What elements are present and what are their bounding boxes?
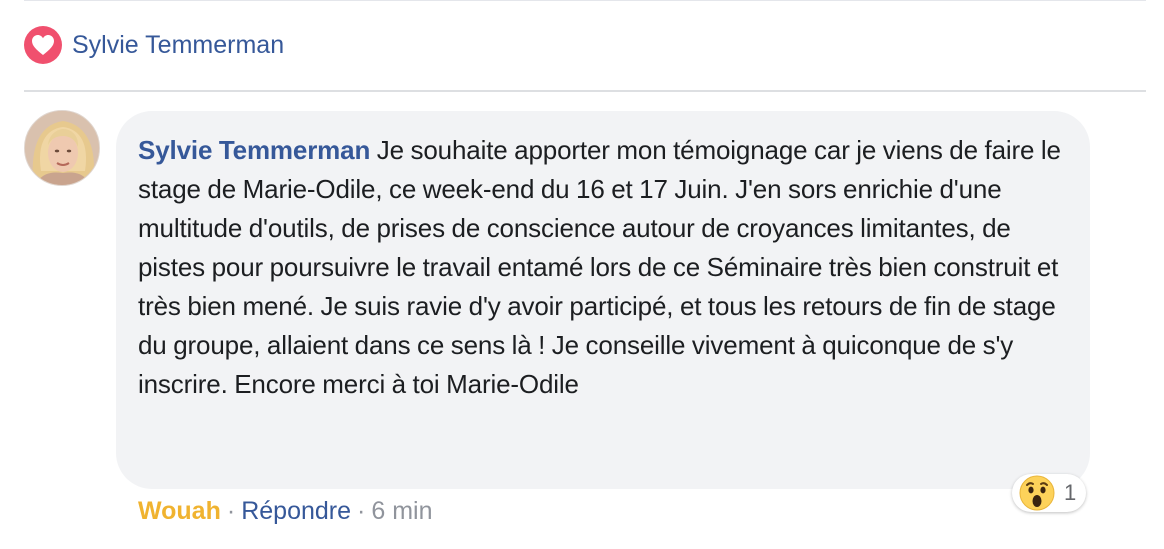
dot-separator: · xyxy=(226,497,236,525)
reaction-button[interactable]: Wouah xyxy=(138,497,221,525)
reply-button[interactable]: Répondre xyxy=(241,497,351,525)
avatar-photo xyxy=(25,111,99,185)
reaction-header: Sylvie Temmerman xyxy=(24,26,284,64)
avatar[interactable] xyxy=(24,110,100,186)
comment-bubble: Sylvie Temmerman Je souhaite apporter mo… xyxy=(116,111,1090,489)
comment-author-link[interactable]: Sylvie Temmerman xyxy=(138,135,370,165)
wow-reaction-icon xyxy=(1019,475,1055,511)
dot-separator: · xyxy=(357,497,366,525)
comment-timestamp[interactable]: 6 min xyxy=(371,497,432,525)
love-reaction-icon[interactable] xyxy=(24,26,62,64)
comment-body: Sylvie Temmerman Je souhaite apporter mo… xyxy=(138,131,1068,404)
comment-text: Je souhaite apporter mon témoignage car … xyxy=(138,135,1061,399)
reaction-count-pill[interactable]: 1 xyxy=(1012,474,1087,512)
top-divider xyxy=(24,0,1146,1)
reactor-name-link[interactable]: Sylvie Temmerman xyxy=(72,31,284,60)
heart-icon xyxy=(32,35,54,55)
comment-actions: Wouah · Répondre · 6 min xyxy=(138,497,432,526)
separator xyxy=(24,90,1146,92)
reaction-count: 1 xyxy=(1064,480,1077,505)
